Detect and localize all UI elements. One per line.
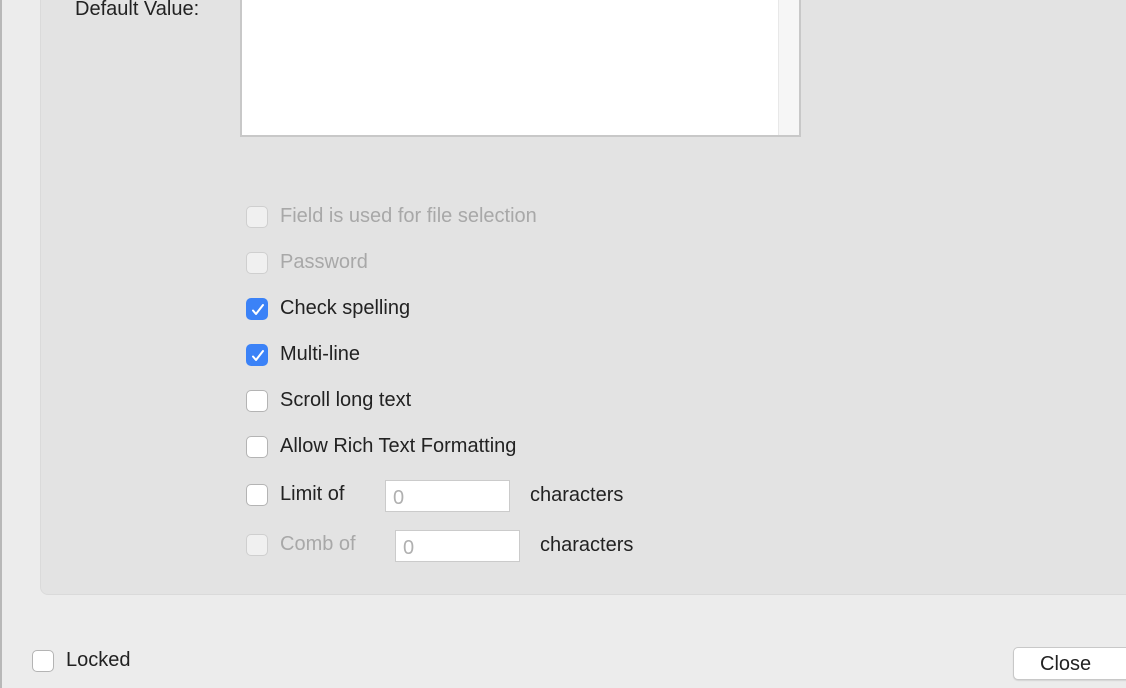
comb-checkbox[interactable]: [246, 534, 268, 556]
file-selection-label: Field is used for file selection: [280, 205, 537, 227]
rich-text-checkbox[interactable]: [246, 436, 268, 458]
scroll-long-text-label: Scroll long text: [280, 389, 412, 411]
multi-line-checkbox[interactable]: [246, 344, 268, 366]
close-button[interactable]: Close: [1013, 647, 1126, 680]
rich-text-label: Allow Rich Text Formatting: [280, 435, 517, 457]
window-edge: [0, 0, 2, 688]
multi-line-label: Multi-line: [280, 343, 361, 365]
checkmark-icon: [252, 304, 264, 315]
check-spelling-label: Check spelling: [280, 297, 411, 319]
comb-label: Comb of: [280, 533, 356, 555]
password-checkbox[interactable]: [246, 252, 268, 274]
password-label: Password: [280, 251, 368, 273]
checkmark-icon: [252, 350, 264, 361]
locked-label: Locked: [66, 649, 131, 671]
file-selection-checkbox[interactable]: [246, 206, 268, 228]
locked-checkbox[interactable]: [32, 650, 54, 672]
limit-checkbox[interactable]: [246, 484, 268, 506]
check-spelling-checkbox[interactable]: [246, 298, 268, 320]
textarea-scrollbar[interactable]: [778, 0, 799, 135]
default-value-textarea[interactable]: [240, 0, 801, 137]
limit-input[interactable]: 0: [385, 480, 510, 512]
scroll-long-text-checkbox[interactable]: [246, 390, 268, 412]
limit-label: Limit of: [280, 483, 345, 505]
comb-suffix: characters: [540, 534, 634, 556]
default-value-label: Default Value:: [75, 0, 200, 20]
comb-input[interactable]: 0: [395, 530, 520, 562]
limit-suffix: characters: [530, 484, 624, 506]
